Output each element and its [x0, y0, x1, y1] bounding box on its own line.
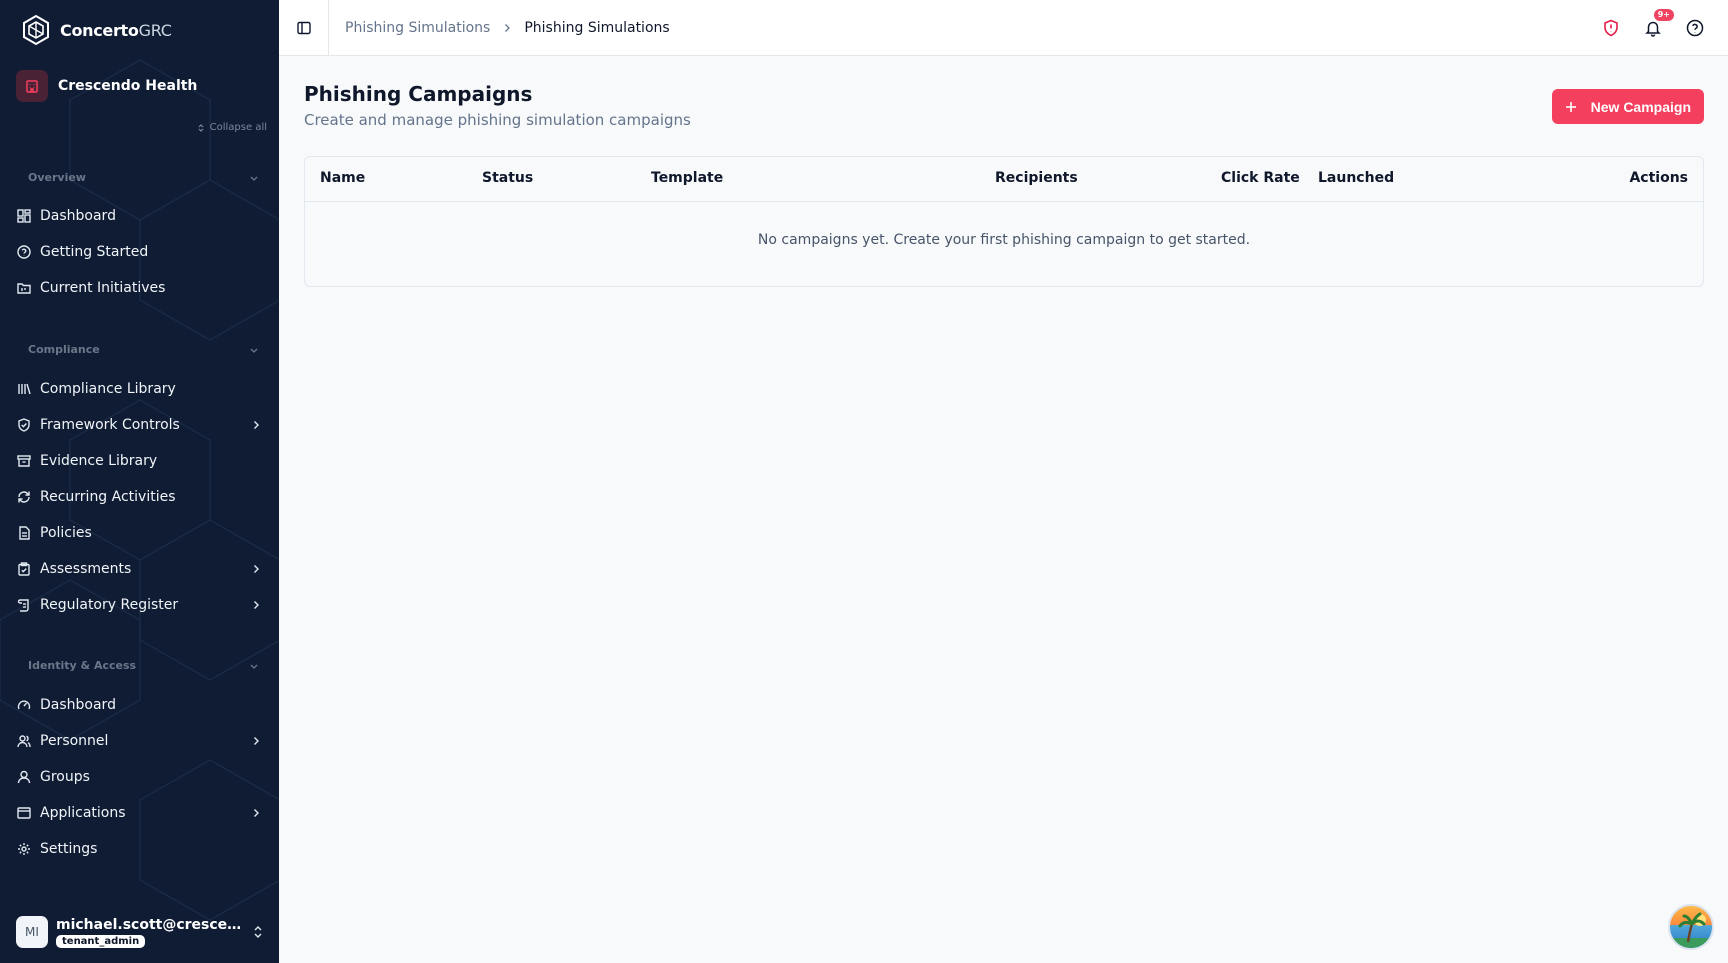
- library-icon: [16, 381, 32, 397]
- sidebar-item-dashboard[interactable]: Dashboard: [16, 200, 263, 232]
- breadcrumb: Phishing Simulations Phishing Simulation…: [345, 20, 670, 36]
- page-header: Phishing Campaigns Create and manage phi…: [304, 56, 1704, 156]
- table-header-row: Name Status Template Recipients Click Ra…: [305, 157, 1703, 202]
- users-icon: [16, 733, 32, 749]
- sidebar-item-settings[interactable]: Settings: [16, 833, 263, 865]
- archive-icon: [16, 453, 32, 469]
- chevrons-up-down-icon: [254, 926, 262, 938]
- chevron-right-icon: [249, 418, 263, 432]
- sidebar-item-getting-started[interactable]: Getting Started: [16, 236, 263, 268]
- chevron-down-icon: [250, 664, 258, 669]
- chevron-right-icon: [249, 734, 263, 748]
- user-group-icon: [16, 769, 32, 785]
- sidebar: ConcertoGRC Crescendo Health Collapse al…: [0, 0, 279, 963]
- notification-count-badge: 9+: [1653, 8, 1674, 21]
- user-email: michael.scott@crescend...: [56, 916, 243, 933]
- column-header-status[interactable]: Status: [482, 170, 533, 186]
- notifications-button[interactable]: 9+: [1642, 8, 1674, 39]
- sidebar-item-recurring-activities[interactable]: Recurring Activities: [16, 481, 263, 513]
- sidebar-item-regulatory-register[interactable]: Regulatory Register: [16, 589, 263, 621]
- sidebar-item-identity-dashboard[interactable]: Dashboard: [16, 689, 263, 721]
- breadcrumb-current: Phishing Simulations: [524, 19, 670, 36]
- clipboard-check-icon: [16, 561, 32, 577]
- main-content: Phishing Campaigns Create and manage phi…: [304, 56, 1704, 287]
- breadcrumb-link[interactable]: Phishing Simulations: [345, 20, 490, 36]
- role-badge: tenant_admin: [56, 934, 146, 948]
- column-header-launched[interactable]: Launched: [1318, 170, 1394, 186]
- chevron-down-icon: [250, 348, 258, 353]
- gear-icon: [16, 841, 32, 857]
- sidebar-item-assessments[interactable]: Assessments: [16, 553, 263, 585]
- file-text-icon: [16, 525, 32, 541]
- shield-check-icon: [16, 417, 32, 433]
- page-title: Phishing Campaigns: [304, 82, 533, 106]
- sidebar-item-groups[interactable]: Groups: [16, 761, 263, 793]
- grid-icon: [16, 208, 32, 224]
- section-overview-header[interactable]: Overview: [28, 171, 259, 184]
- concerto-logo-icon: [23, 14, 49, 46]
- chevron-right-icon: [505, 23, 511, 32]
- palm-tree-icon: [1670, 912, 1712, 948]
- chevron-right-icon: [249, 806, 263, 820]
- sidebar-item-current-initiatives[interactable]: Current Initiatives: [16, 272, 263, 304]
- sidebar-item-compliance-library[interactable]: Compliance Library: [16, 373, 263, 405]
- campaigns-table: Name Status Template Recipients Click Ra…: [304, 156, 1704, 287]
- user-menu[interactable]: MI michael.scott@crescend... tenant_admi…: [16, 913, 265, 951]
- assistant-avatar-button[interactable]: [1668, 904, 1714, 950]
- security-alert-button[interactable]: [1600, 17, 1622, 39]
- app-window-icon: [16, 805, 32, 821]
- chevrons-up-down-icon: [198, 123, 204, 132]
- help-circle-icon: [1686, 19, 1704, 36]
- column-header-name[interactable]: Name: [320, 170, 365, 186]
- empty-state-message: No campaigns yet. Create your first phis…: [757, 232, 1251, 248]
- organization-switcher[interactable]: Crescendo Health: [16, 70, 197, 102]
- page-subtitle: Create and manage phishing simulation ca…: [304, 111, 691, 129]
- help-button[interactable]: [1684, 17, 1706, 39]
- brand-logo-link[interactable]: ConcertoGRC: [20, 12, 172, 48]
- collapse-all-button[interactable]: Collapse all: [196, 122, 267, 133]
- folder-kanban-icon: [16, 280, 32, 296]
- panel-left-icon: [296, 21, 311, 34]
- building-icon: [16, 70, 48, 102]
- bell-icon: [1645, 21, 1661, 37]
- plus-icon: [1565, 101, 1576, 112]
- sidebar-item-evidence-library[interactable]: Evidence Library: [16, 445, 263, 477]
- refresh-icon: [16, 489, 32, 505]
- help-circle-icon: [16, 244, 32, 260]
- sidebar-item-personnel[interactable]: Personnel: [16, 725, 263, 757]
- sidebar-item-policies[interactable]: Policies: [16, 517, 263, 549]
- sidebar-item-framework-controls[interactable]: Framework Controls: [16, 409, 263, 441]
- sidebar-toggle-button[interactable]: [279, 0, 329, 56]
- gauge-icon: [16, 697, 32, 713]
- chevron-down-icon: [250, 176, 258, 181]
- shield-alert-icon: [1604, 19, 1618, 36]
- column-header-recipients[interactable]: Recipients: [995, 170, 1078, 186]
- column-header-template[interactable]: Template: [651, 170, 723, 186]
- avatar: MI: [16, 916, 48, 948]
- chevron-right-icon: [249, 562, 263, 576]
- section-compliance-header[interactable]: Compliance: [28, 343, 259, 356]
- chevron-right-icon: [249, 598, 263, 612]
- sidebar-item-applications[interactable]: Applications: [16, 797, 263, 829]
- brand-name: ConcertoGRC: [60, 20, 172, 40]
- new-campaign-button[interactable]: New Campaign: [1551, 89, 1704, 124]
- column-header-click-rate[interactable]: Click Rate: [1221, 170, 1300, 186]
- organization-name: Crescendo Health: [58, 78, 198, 94]
- column-header-actions: Actions: [1629, 170, 1688, 186]
- top-bar: Phishing Simulations Phishing Simulation…: [279, 0, 1728, 56]
- scroll-icon: [16, 597, 32, 613]
- section-identity-access-header[interactable]: Identity & Access: [28, 659, 259, 672]
